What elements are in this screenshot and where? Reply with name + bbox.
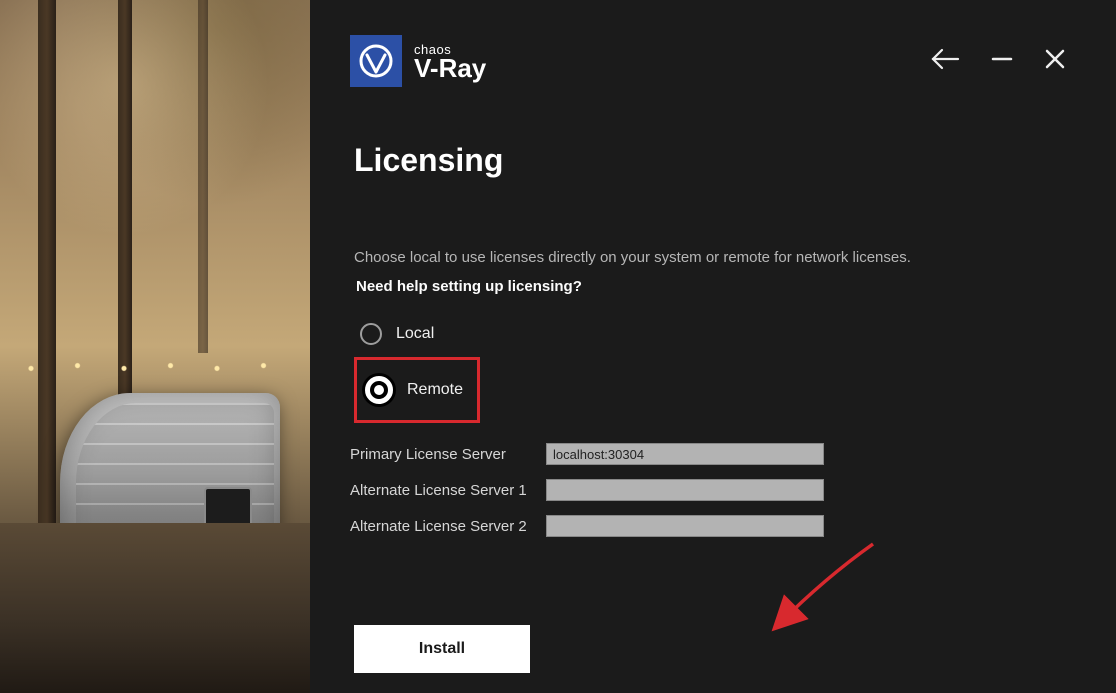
server-fields: Primary License Server Alternate License… — [350, 443, 1066, 537]
alt1-server-label: Alternate License Server 1 — [350, 482, 528, 499]
radio-local[interactable]: Local — [356, 317, 1066, 351]
main-content: chaos V-Ray — [310, 0, 1116, 693]
brand-product: V-Ray — [414, 55, 486, 81]
header: chaos V-Ray — [350, 35, 1066, 87]
primary-server-label: Primary License Server — [350, 446, 528, 463]
hero-image — [0, 0, 310, 693]
alt1-server-input[interactable] — [546, 479, 824, 501]
primary-server-row: Primary License Server — [350, 443, 1066, 465]
radio-local-label: Local — [396, 325, 434, 343]
close-icon[interactable] — [1044, 48, 1066, 75]
install-button[interactable]: Install — [354, 625, 530, 673]
back-icon[interactable] — [930, 47, 960, 76]
alt2-server-label: Alternate License Server 2 — [350, 518, 528, 535]
help-link[interactable]: Need help setting up licensing? — [356, 278, 1066, 295]
license-mode-radio-group: Local Remote — [356, 317, 1066, 423]
primary-server-input[interactable] — [546, 443, 824, 465]
page-description: Choose local to use licenses directly on… — [354, 249, 1066, 266]
alt1-server-row: Alternate License Server 1 — [350, 479, 1066, 501]
annotation-highlight-box: Remote — [354, 357, 480, 423]
radio-remote[interactable]: Remote — [361, 370, 469, 410]
alt2-server-input[interactable] — [546, 515, 824, 537]
install-button-label: Install — [419, 640, 465, 658]
annotation-arrow-icon — [765, 538, 885, 638]
brand: chaos V-Ray — [350, 35, 486, 87]
radio-icon — [360, 323, 382, 345]
vray-logo-icon — [350, 35, 402, 87]
minimize-icon[interactable] — [990, 47, 1014, 76]
page-title: Licensing — [354, 142, 1066, 179]
window-controls — [930, 47, 1066, 76]
radio-icon — [365, 376, 393, 404]
radio-remote-label: Remote — [407, 381, 463, 399]
alt2-server-row: Alternate License Server 2 — [350, 515, 1066, 537]
